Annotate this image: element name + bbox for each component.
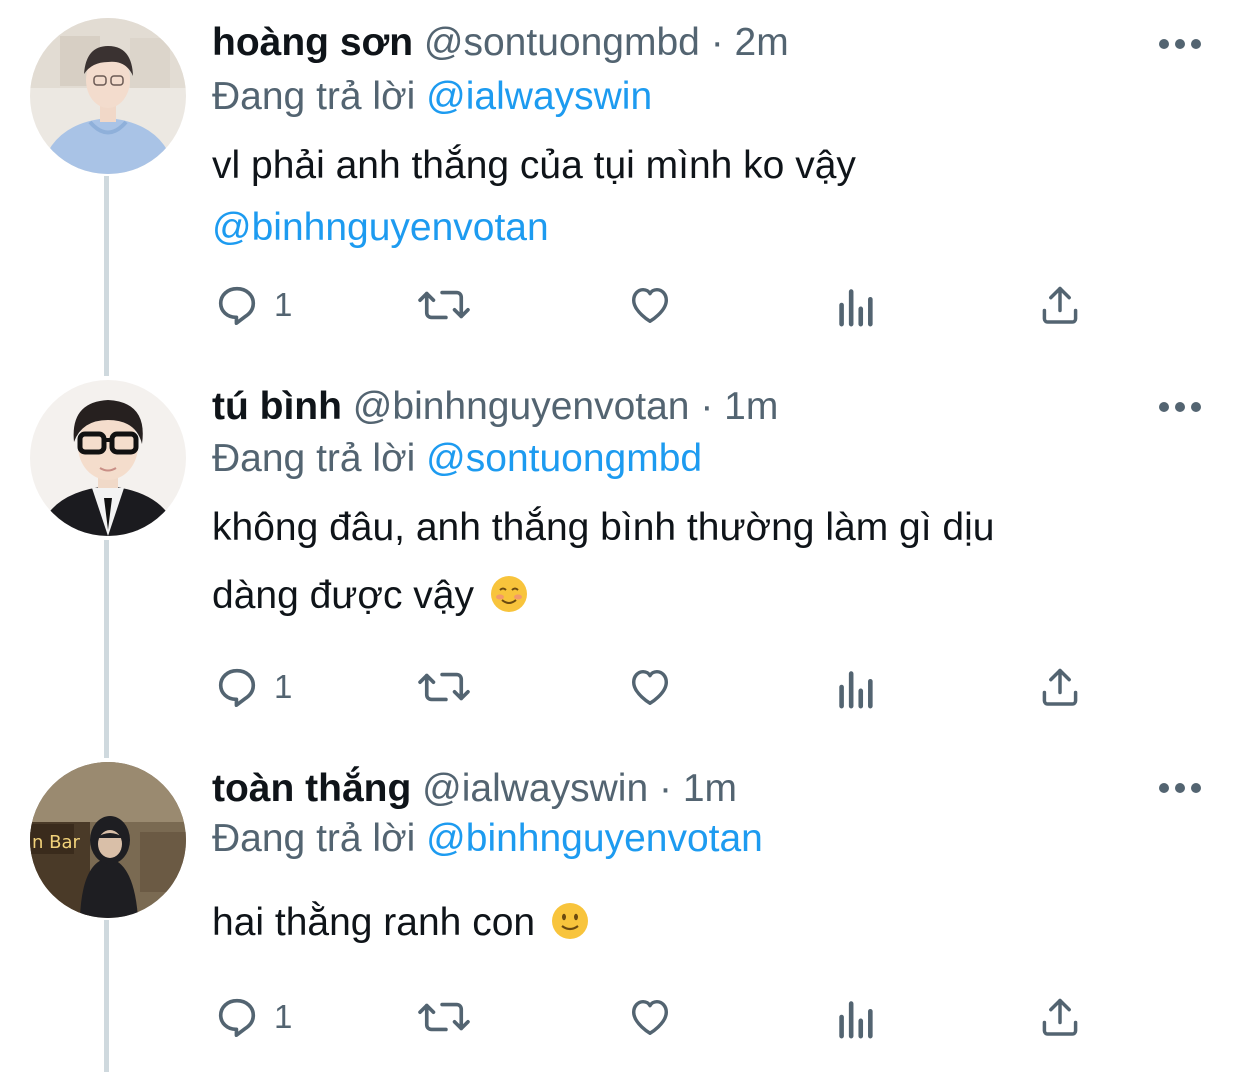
like-icon bbox=[631, 287, 669, 324]
tweet-text: vl phải anh thắng của tụi mình ko vậy @b… bbox=[212, 135, 1172, 259]
like-button[interactable] bbox=[626, 992, 674, 1042]
tweet-actions: 1 bbox=[212, 992, 1112, 1042]
separator-dot: · bbox=[658, 767, 672, 810]
tweet[interactable]: hoàng sơn @sontuongmbd · 2m Đang trả lời… bbox=[0, 0, 1242, 360]
like-button[interactable] bbox=[626, 280, 674, 330]
reply-button[interactable]: 1 bbox=[214, 992, 292, 1042]
more-options-icon[interactable] bbox=[1156, 778, 1204, 798]
like-button[interactable] bbox=[626, 662, 674, 712]
tweet-text-line: không đâu, anh thắng bình thường làm gì … bbox=[212, 506, 995, 549]
reply-count: 1 bbox=[274, 668, 293, 705]
user-handle[interactable]: @sontuongmbd bbox=[424, 21, 700, 64]
share-icon bbox=[1042, 998, 1078, 1036]
views-icon bbox=[839, 1001, 873, 1039]
replying-to-mention[interactable]: @sontuongmbd bbox=[426, 437, 702, 480]
tweet[interactable]: tú bình @binhnguyenvotan · 1m Đang trả l… bbox=[0, 360, 1242, 750]
views-icon bbox=[839, 289, 873, 327]
reply-icon bbox=[218, 668, 256, 708]
share-icon bbox=[1042, 286, 1078, 324]
slightly-smiling-face-emoji bbox=[551, 903, 588, 939]
views-button[interactable] bbox=[834, 280, 876, 330]
reply-count: 1 bbox=[274, 998, 293, 1035]
retweet-button[interactable] bbox=[416, 662, 472, 712]
tweet-text: không đâu, anh thắng bình thường làm gì … bbox=[212, 494, 1172, 630]
separator-dot: · bbox=[710, 21, 724, 64]
display-name[interactable]: tú bình bbox=[212, 385, 342, 428]
replying-to-label: Đang trả lời bbox=[212, 817, 416, 860]
avatar[interactable] bbox=[30, 18, 186, 174]
display-name[interactable]: toàn thắng bbox=[212, 767, 411, 810]
tweet-mention[interactable]: @binhnguyenvotan bbox=[212, 197, 1172, 259]
replying-to-label: Đang trả lời bbox=[212, 75, 416, 118]
reply-button[interactable]: 1 bbox=[214, 280, 292, 330]
like-icon bbox=[631, 999, 669, 1036]
views-button[interactable] bbox=[834, 992, 876, 1042]
reply-button[interactable]: 1 bbox=[214, 662, 292, 712]
smiling-face-emoji bbox=[490, 576, 527, 612]
avatar-sign-text: n Bar bbox=[32, 832, 81, 853]
reply-icon bbox=[218, 998, 256, 1038]
replying-to-mention[interactable]: @ialwayswin bbox=[426, 75, 652, 118]
views-icon bbox=[839, 671, 873, 709]
retweet-icon bbox=[418, 1002, 470, 1032]
tweet-text-line: dàng được vậy bbox=[212, 574, 474, 617]
timestamp[interactable]: 1m bbox=[724, 385, 778, 428]
retweet-button[interactable] bbox=[416, 280, 472, 330]
user-handle[interactable]: @ialwayswin bbox=[422, 767, 648, 810]
tweet-text-line: vl phải anh thắng của tụi mình ko vậy bbox=[212, 144, 856, 187]
more-options-icon[interactable] bbox=[1156, 34, 1204, 54]
user-handle[interactable]: @binhnguyenvotan bbox=[353, 385, 690, 428]
tweet-text-line: hai thằng ranh con bbox=[212, 901, 536, 944]
separator-dot: · bbox=[700, 385, 714, 428]
replying-to-label: Đang trả lời bbox=[212, 437, 416, 480]
retweet-icon bbox=[418, 672, 470, 702]
replying-to-mention[interactable]: @binhnguyenvotan bbox=[426, 817, 763, 860]
tweet-text-line: dàng được vậy bbox=[212, 562, 1172, 630]
tweet[interactable]: n Bar toàn thắng @ialwayswin · 1m Đang t… bbox=[0, 750, 1242, 1072]
tweet-text: hai thằng ranh con bbox=[212, 892, 1172, 954]
reply-icon bbox=[218, 286, 256, 326]
share-button[interactable] bbox=[1038, 662, 1082, 712]
share-button[interactable] bbox=[1038, 280, 1082, 330]
retweet-icon bbox=[418, 290, 470, 320]
timestamp[interactable]: 2m bbox=[735, 21, 789, 64]
retweet-button[interactable] bbox=[416, 992, 472, 1042]
reply-count: 1 bbox=[274, 286, 293, 323]
display-name[interactable]: hoàng sơn bbox=[212, 21, 413, 64]
more-options-icon[interactable] bbox=[1156, 397, 1204, 417]
views-button[interactable] bbox=[834, 662, 876, 712]
tweet-actions: 1 bbox=[212, 662, 1112, 712]
tweet-actions: 1 bbox=[212, 280, 1112, 330]
avatar[interactable]: n Bar bbox=[30, 762, 186, 918]
share-button[interactable] bbox=[1038, 992, 1082, 1042]
avatar[interactable] bbox=[30, 380, 186, 536]
share-icon bbox=[1042, 668, 1078, 706]
timestamp[interactable]: 1m bbox=[683, 767, 737, 810]
like-icon bbox=[631, 669, 669, 706]
